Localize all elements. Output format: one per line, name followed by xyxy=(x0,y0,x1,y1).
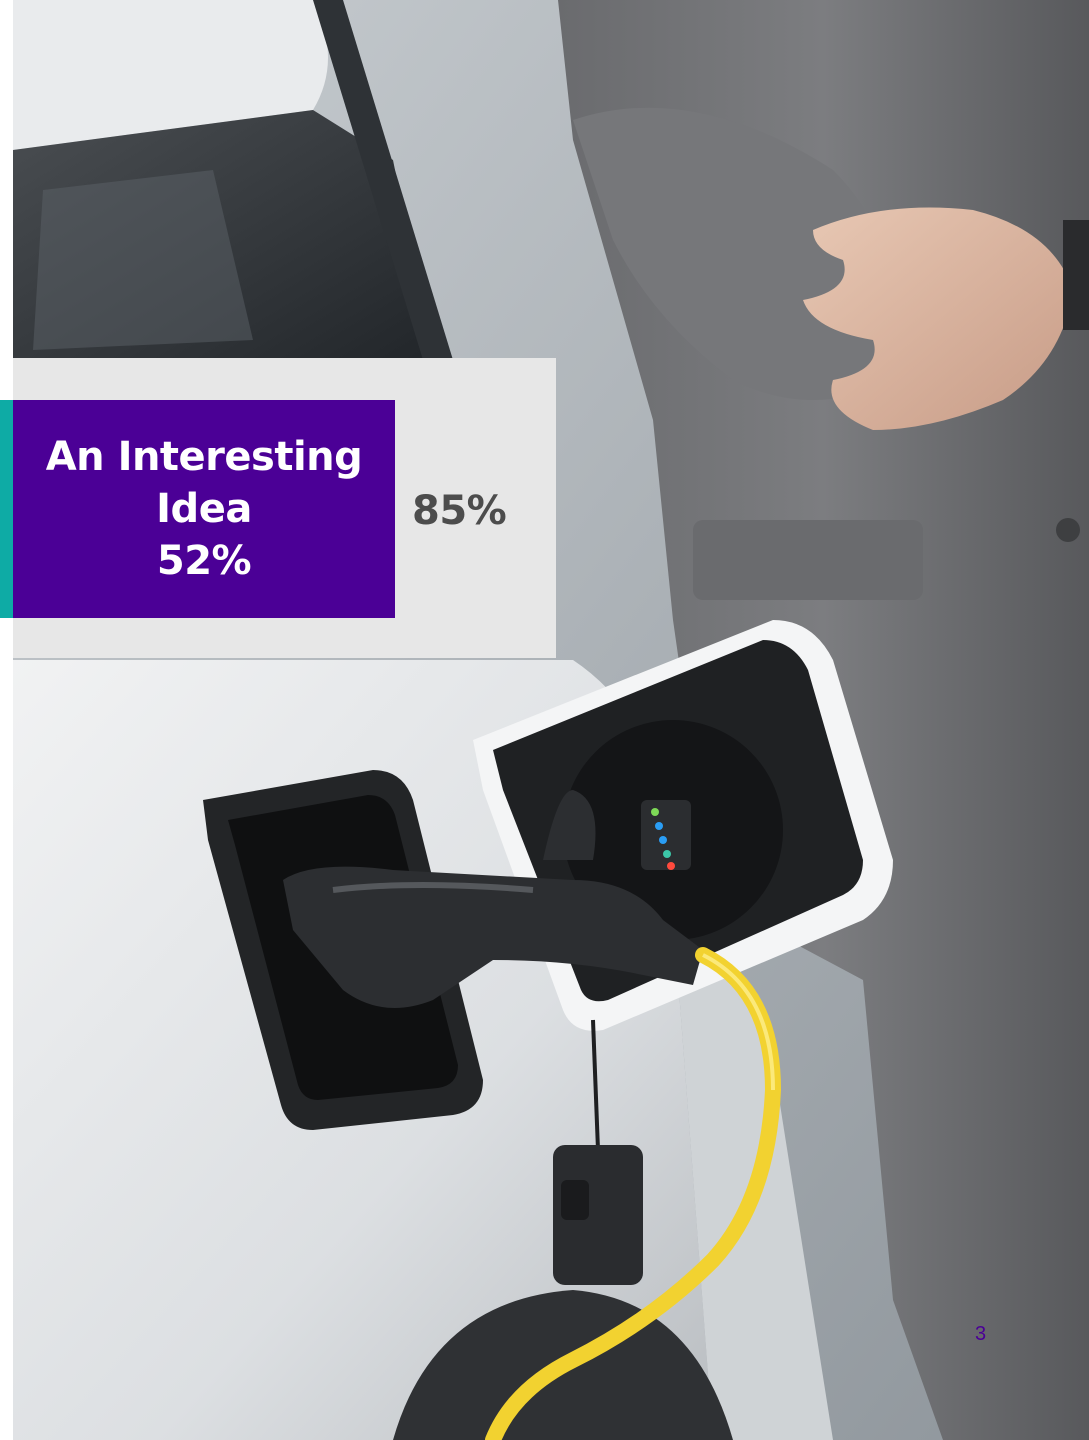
slide: An Interesting Idea 52% 85% 3 xyxy=(0,0,1089,1440)
callout-title-line2: Idea xyxy=(156,486,252,532)
slide-left-margin xyxy=(0,0,13,1440)
accent-bar xyxy=(0,400,13,618)
page-number: 3 xyxy=(975,1323,987,1345)
callout-percentage: 52% xyxy=(156,538,252,584)
callout-box: An Interesting Idea 52% xyxy=(13,400,395,618)
callout-title-line1: An Interesting xyxy=(45,434,363,480)
side-percentage: 85% xyxy=(412,488,507,534)
ev-charging-photo xyxy=(13,0,1089,1440)
